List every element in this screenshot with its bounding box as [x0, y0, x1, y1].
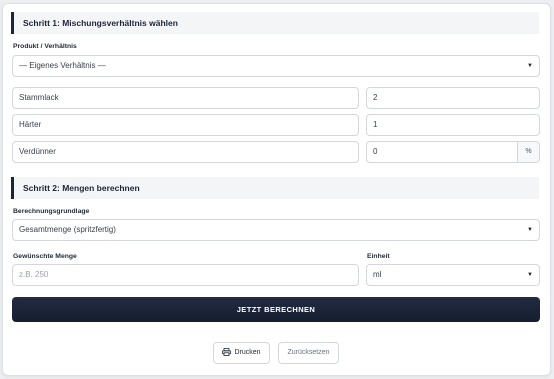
step1-title: Schritt 1: Mischungsverhältnis wählen	[11, 12, 539, 34]
amount-label: Gewünschte Menge	[13, 253, 77, 260]
basis-label: Berechnungsgrundlage	[13, 208, 90, 215]
component-name-field[interactable]: Verdünner	[12, 141, 359, 163]
unit-select-value: ml	[373, 270, 382, 279]
thinner-percent-field[interactable]: 0 %	[366, 141, 540, 163]
print-button-label: Drucken	[234, 349, 261, 356]
reset-button[interactable]: Zurücksetzen	[278, 342, 339, 364]
unit-select[interactable]: ml ▼	[366, 264, 540, 286]
step2-title: Schritt 2: Mengen berechnen	[11, 177, 539, 199]
amount-input[interactable]: z.B. 250	[12, 264, 359, 286]
percent-addon: %	[517, 142, 539, 162]
caret-down-icon: ▼	[527, 227, 533, 233]
caret-down-icon: ▼	[527, 272, 533, 278]
product-select[interactable]: — Eigenes Verhältnis — ▼	[12, 55, 540, 77]
basis-select-value: Gesamtmenge (spritzfertig)	[19, 225, 116, 234]
basis-select[interactable]: Gesamtmenge (spritzfertig) ▼	[12, 219, 540, 241]
product-select-value: — Eigenes Verhältnis —	[19, 61, 106, 70]
component-value-field[interactable]: 2	[366, 87, 540, 109]
calculate-button[interactable]: JETZT BERECHNEN	[12, 297, 540, 322]
product-label: Produkt / Verhältnis	[13, 43, 77, 50]
print-button[interactable]: Drucken	[213, 342, 270, 364]
thinner-percent-value: 0	[373, 147, 378, 156]
component-name-field[interactable]: Stammlack	[12, 87, 359, 109]
caret-down-icon: ▼	[527, 63, 533, 69]
unit-label: Einheit	[367, 253, 390, 260]
printer-icon	[222, 348, 232, 357]
component-value-field[interactable]: 1	[366, 114, 540, 136]
component-name-field[interactable]: Härter	[12, 114, 359, 136]
